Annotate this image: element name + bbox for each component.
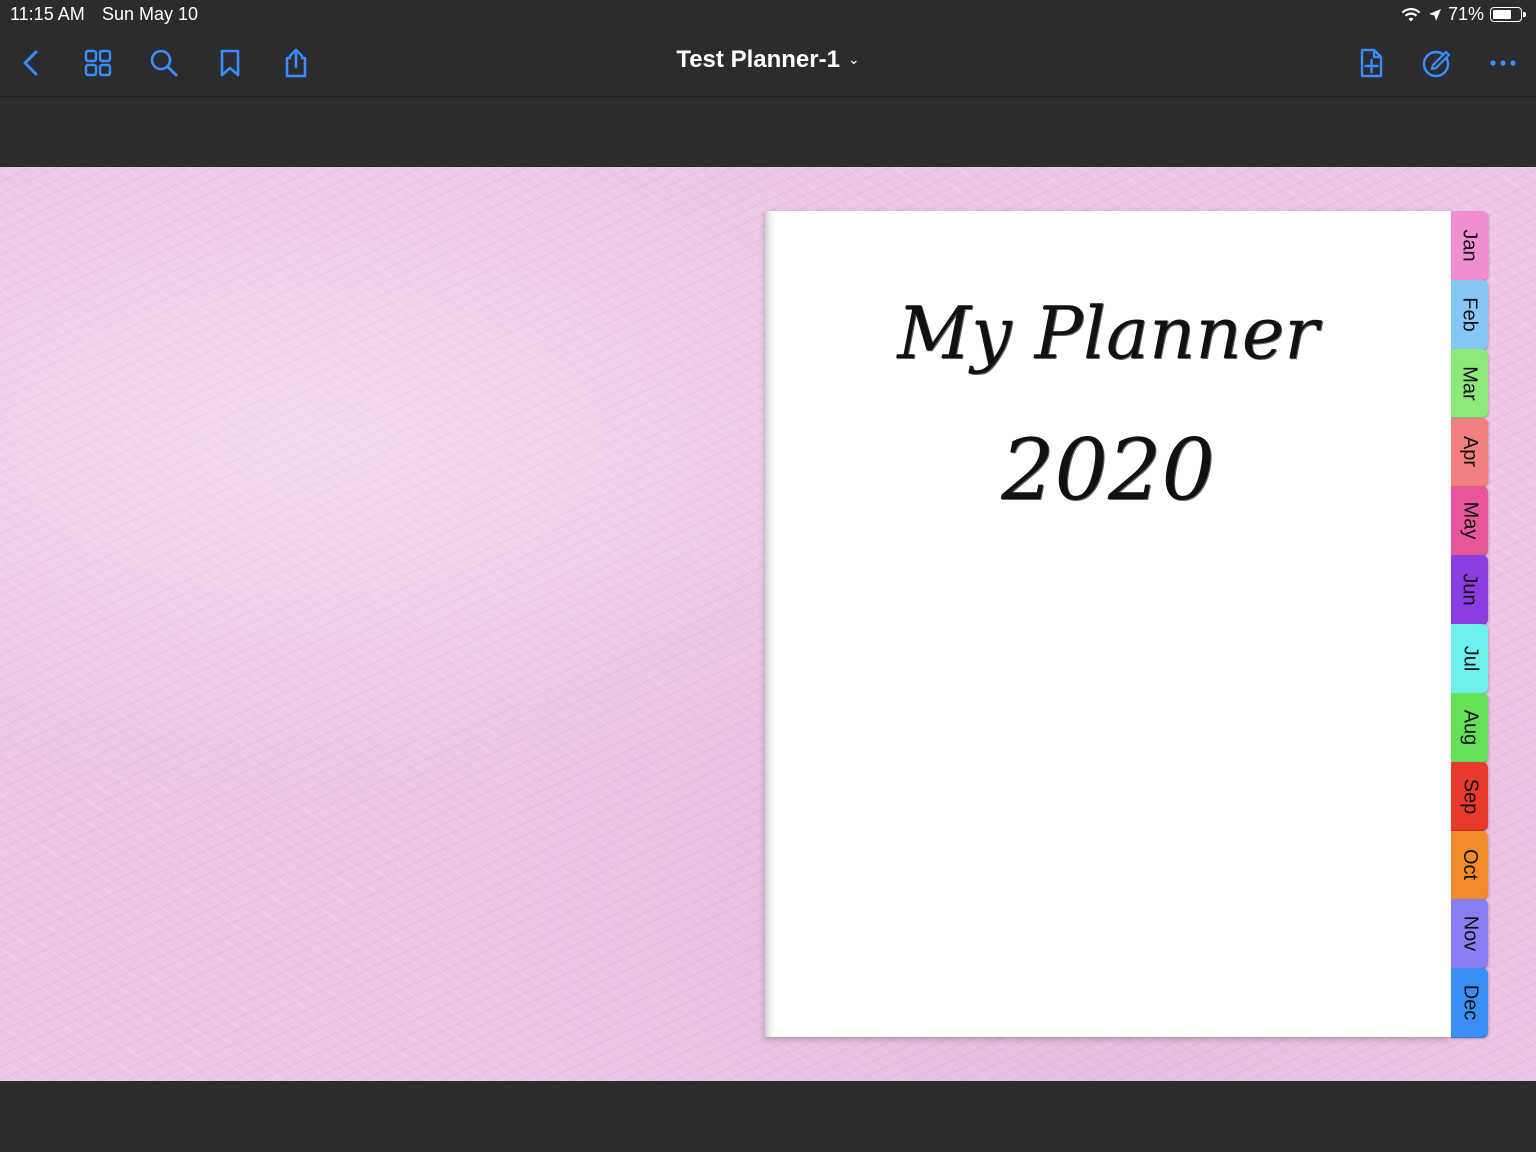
tab-jul[interactable]: Jul bbox=[1451, 624, 1488, 694]
document-title: Test Planner-1 bbox=[676, 46, 840, 73]
tab-label: May bbox=[1459, 501, 1482, 540]
tab-label: Feb bbox=[1459, 297, 1481, 332]
document-title-menu[interactable]: Test Planner-1 ⌄ bbox=[0, 46, 1536, 74]
tab-dec[interactable]: Dec bbox=[1451, 968, 1488, 1038]
tab-aug[interactable]: Aug bbox=[1451, 692, 1488, 763]
tab-label: Dec bbox=[1458, 984, 1481, 1021]
tab-label: Jan bbox=[1459, 229, 1481, 262]
toolbar: Test Planner-1 ⌄ bbox=[0, 30, 1536, 96]
tab-may[interactable]: May bbox=[1451, 486, 1488, 557]
add-page-icon[interactable] bbox=[1351, 43, 1391, 83]
status-date: Sun May 10 bbox=[102, 4, 199, 24]
status-time: 11:15 AM bbox=[10, 4, 85, 24]
battery-icon bbox=[1490, 7, 1526, 22]
battery-level-fill bbox=[1493, 10, 1511, 19]
planner-year: 2020 bbox=[1001, 421, 1215, 519]
battery-percent: 71% bbox=[1447, 4, 1484, 24]
tab-label: Jun bbox=[1459, 573, 1481, 606]
tab-jun[interactable]: Jun bbox=[1451, 555, 1488, 625]
status-indicators: 71% bbox=[1400, 4, 1526, 25]
tab-label: Mar bbox=[1458, 365, 1481, 401]
annotate-icon[interactable] bbox=[1417, 43, 1457, 83]
tab-label: Oct bbox=[1459, 849, 1481, 881]
bottom-bar bbox=[0, 1081, 1536, 1152]
toolbar-secondary-band bbox=[0, 96, 1536, 167]
planner-cover-page[interactable]: My Planner 2020 bbox=[765, 211, 1451, 1037]
status-bar: 11:15 AM Sun May 10 71% bbox=[0, 0, 1536, 30]
tab-label: Aug bbox=[1459, 709, 1481, 746]
tab-label: Apr bbox=[1459, 436, 1481, 468]
tab-oct[interactable]: Oct bbox=[1451, 830, 1488, 901]
planner-title: My Planner bbox=[897, 291, 1319, 375]
tab-apr[interactable]: Apr bbox=[1451, 417, 1488, 488]
wifi-icon bbox=[1401, 7, 1421, 21]
tab-label: Nov bbox=[1458, 915, 1481, 952]
tab-sep[interactable]: Sep bbox=[1451, 761, 1488, 832]
more-icon[interactable] bbox=[1483, 43, 1523, 83]
tab-label: Jul bbox=[1458, 645, 1481, 672]
month-tabs: Jan Feb Mar Apr May Jun Jul Aug Sep Oct Nov Dec bbox=[1451, 211, 1489, 1038]
chevron-down-icon: ⌄ bbox=[847, 51, 860, 67]
tab-mar[interactable]: Mar bbox=[1451, 348, 1488, 419]
tab-jan[interactable]: Jan bbox=[1451, 211, 1488, 281]
location-arrow-icon bbox=[1428, 8, 1441, 21]
tab-label: Sep bbox=[1459, 778, 1481, 814]
tab-feb[interactable]: Feb bbox=[1451, 279, 1488, 350]
tab-nov[interactable]: Nov bbox=[1451, 899, 1488, 970]
